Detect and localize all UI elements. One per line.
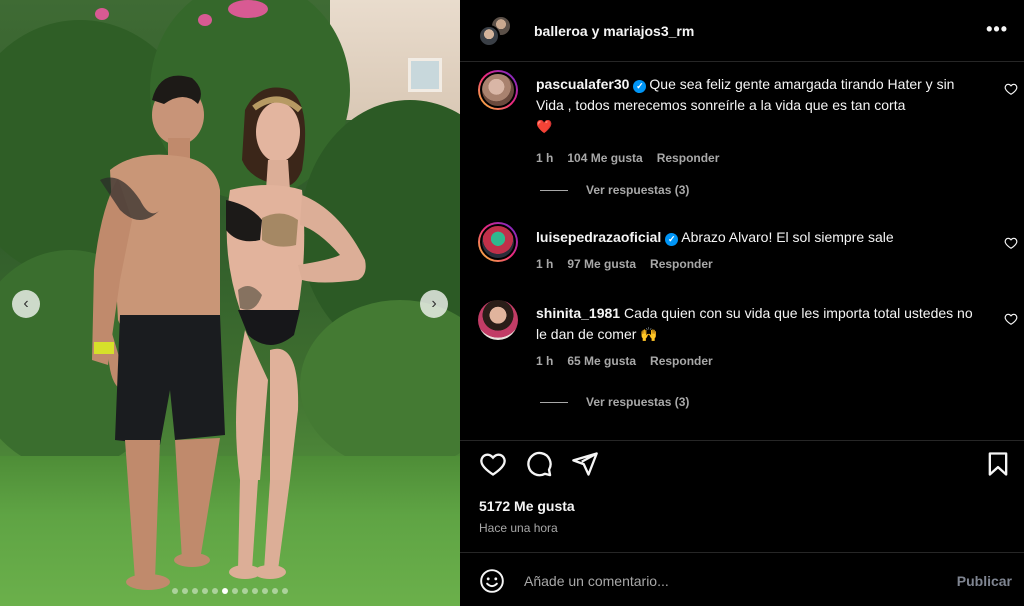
verified-badge-icon: ✓ [633,80,647,93]
comment-item: luisepedrazaoficial ✓ Abrazo Alvaro! El so… [478,222,1018,282]
photo-flowers [228,0,268,18]
raised-hands-emoji: 🙌 [640,326,658,342]
comment-username[interactable]: shinita_1981 [536,305,620,321]
view-replies-button[interactable]: Ver respuestas (3) [540,183,689,197]
comment-likes[interactable]: 104 Me gusta [567,151,642,165]
more-options-button[interactable]: ••• [986,20,1008,38]
comment-content: Abrazo Alvaro! El sol siempre sale [681,229,894,245]
carousel-dot [212,588,218,594]
comment-likes[interactable]: 97 Me gusta [567,257,636,271]
bookmark-icon[interactable] [984,450,1012,478]
share-icon[interactable] [571,450,599,478]
comment-text: pascualafer30 ✓ Que sea feliz gente amarga… [536,74,976,137]
post-actions: 5172 Me gusta Hace una hora [460,440,1024,552]
post-authors[interactable]: balleroa y mariajos3_rm [534,23,694,39]
avatar[interactable] [478,222,518,262]
photo-person-woman [226,87,366,579]
carousel-dot [192,588,198,594]
heart-icon[interactable] [479,450,507,478]
author-avatars[interactable] [478,14,512,47]
carousel-dots [0,588,460,594]
carousel-dot [262,588,268,594]
comment-input[interactable] [524,567,924,595]
reply-button[interactable]: Responder [650,257,713,271]
carousel-dot [242,588,248,594]
carousel-dot [202,588,208,594]
comment-likes[interactable]: 65 Me gusta [567,354,636,368]
publish-button[interactable]: Publicar [957,573,1012,589]
comment-meta: 1 h 104 Me gusta Responder [536,151,719,165]
avatar[interactable] [478,300,518,340]
avatar [478,24,500,47]
carousel-dot [272,588,278,594]
carousel-dot [232,588,238,594]
post-detail-panel: balleroa y mariajos3_rm ••• pascualafer3… [460,0,1024,606]
comment-composer: Publicar [460,552,1024,606]
comment-like-icon[interactable] [1004,236,1018,250]
comment-meta: 1 h 65 Me gusta Responder [536,354,713,368]
divider [540,401,568,403]
comment-meta: 1 h 97 Me gusta Responder [536,257,713,271]
comment-text: luisepedrazaoficial ✓ Abrazo Alvaro! El so… [536,227,976,248]
carousel-dot [282,588,288,594]
reply-button[interactable]: Responder [650,354,713,368]
carousel-dot [182,588,188,594]
carousel-dot [222,588,228,594]
comment-like-icon[interactable] [1004,82,1018,96]
heart-emoji: ❤️ [536,119,553,134]
carousel-dot [172,588,178,594]
comment-like-icon[interactable] [1004,312,1018,326]
carousel-next-button[interactable]: › [420,290,448,318]
comment-username[interactable]: luisepedrazaoficial [536,229,661,245]
view-replies-label: Ver respuestas (3) [586,395,690,409]
photo-flowers [198,14,212,26]
comment-username[interactable]: pascualafer30 [536,76,629,92]
like-count[interactable]: 5172 Me gusta [479,498,575,514]
comment-icon[interactable] [525,450,553,478]
comment-item: shinita_1981 Cada quien con su vida que … [478,300,1018,380]
emoji-icon[interactable] [479,568,505,594]
carousel-prev-button[interactable]: ‹ [12,290,40,318]
post-photo: ‹ › [0,0,460,606]
post-time: Hace una hora [479,521,558,535]
divider [540,189,568,191]
comment-time: 1 h [536,257,554,271]
reply-button[interactable]: Responder [657,151,720,165]
post-header: balleroa y mariajos3_rm ••• [460,0,1024,62]
comment-time: 1 h [536,151,554,165]
comment-text: shinita_1981 Cada quien con su vida que … [536,303,976,345]
avatar[interactable] [478,70,518,110]
photo-window [408,58,442,92]
view-replies-label: Ver respuestas (3) [586,183,690,197]
comment-list: pascualafer30 ✓ Que sea feliz gente amarga… [460,62,1024,440]
comment-time: 1 h [536,354,554,368]
comment-item: pascualafer30 ✓ Que sea feliz gente amarga… [478,70,1018,198]
view-replies-button[interactable]: Ver respuestas (3) [540,395,689,409]
carousel-dot [252,588,258,594]
photo-flowers [95,8,109,20]
verified-badge-icon: ✓ [665,233,679,246]
